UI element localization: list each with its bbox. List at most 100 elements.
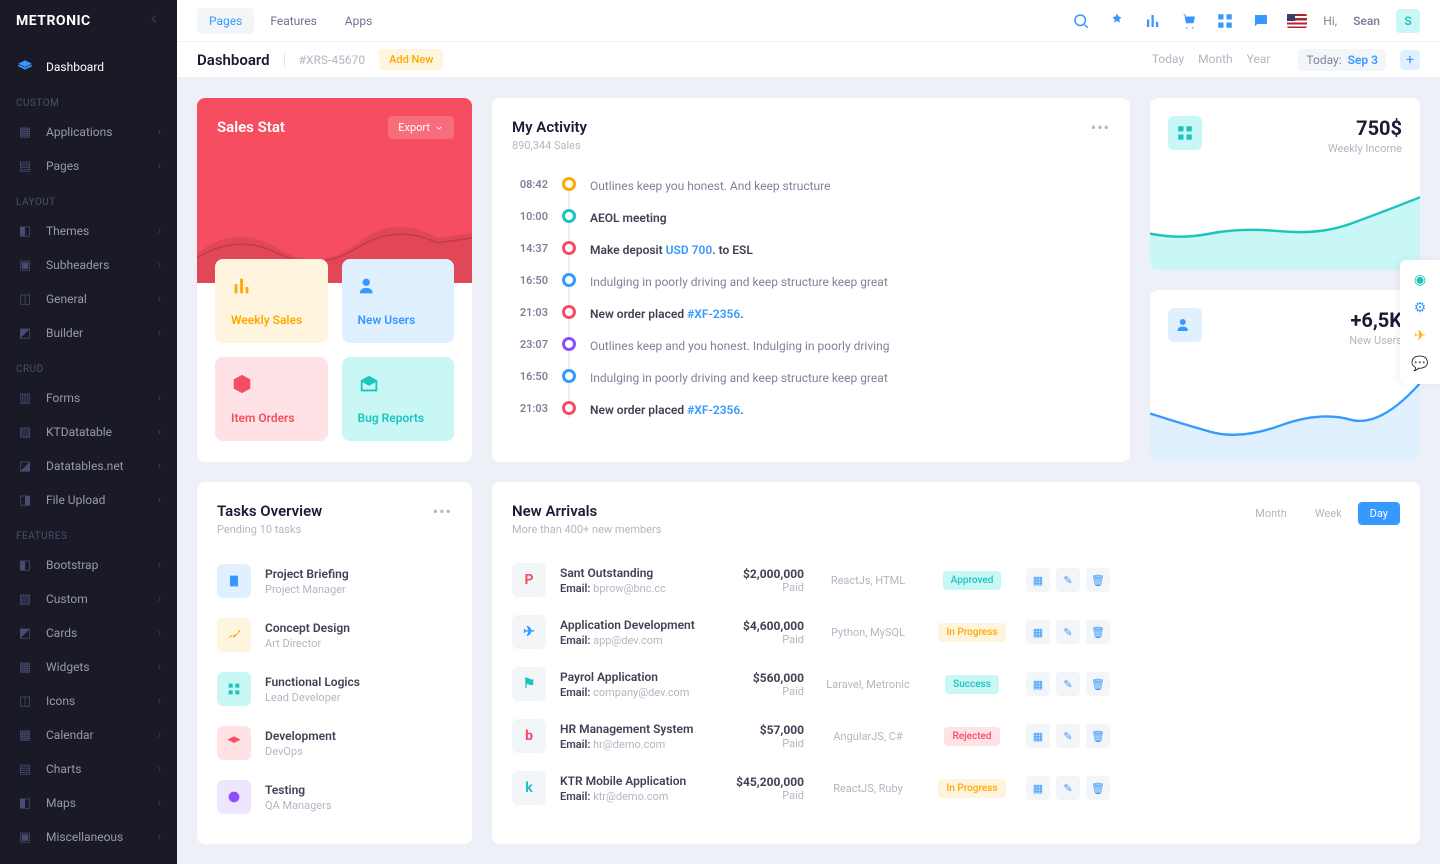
tile-icon (231, 275, 253, 297)
delete-icon[interactable]: 🗑 (1086, 724, 1110, 748)
nav-dashboard[interactable]: Dashboard (0, 50, 177, 84)
nav-item-subheaders[interactable]: ▣Subheaders› (0, 248, 177, 282)
nav-icon: ▦ (16, 123, 34, 141)
settings-icon[interactable]: ▦ (1026, 724, 1050, 748)
search-icon[interactable] (1071, 11, 1091, 31)
timeline-text: Indulging in poorly driving and keep str… (590, 369, 1110, 387)
arrival-row: PSant OutstandingEmail: bprow@bnc.cc$2,0… (512, 554, 1400, 606)
task-icon (217, 672, 251, 706)
task-item[interactable]: DevelopmentDevOps (217, 716, 452, 770)
settings-icon[interactable]: ▦ (1026, 776, 1050, 800)
compiling-icon[interactable] (1107, 11, 1127, 31)
nav-item-themes[interactable]: ◧Themes› (0, 214, 177, 248)
task-item[interactable]: TestingQA Managers (217, 770, 452, 824)
task-item[interactable]: Project BriefingProject Manager (217, 554, 452, 608)
more-icon[interactable]: ••• (1091, 118, 1110, 137)
arrival-paid: Paid (714, 685, 804, 698)
nav-item-ktdatatable[interactable]: ▨KTDatatable› (0, 415, 177, 449)
chevron-right-icon: › (158, 328, 161, 339)
delete-icon[interactable]: 🗑 (1086, 620, 1110, 644)
timeline-text: Indulging in poorly driving and keep str… (590, 273, 1110, 291)
sales-tile-new-users[interactable]: New Users (342, 259, 455, 343)
nav-item-forms[interactable]: ▥Forms› (0, 381, 177, 415)
nav-item-applications[interactable]: ▦Applications› (0, 115, 177, 149)
timeline-item: 23:07Outlines keep and you honest. Indul… (512, 330, 1110, 362)
delete-icon[interactable]: 🗑 (1086, 568, 1110, 592)
nav-item-charts[interactable]: ▤Charts› (0, 752, 177, 786)
brand-text: METRONIC (16, 13, 91, 29)
status-badge: Success (945, 675, 999, 694)
builder-icon[interactable]: ⚙ (1406, 294, 1434, 322)
timeline-item: 08:42Outlines keep you honest. And keep … (512, 170, 1110, 202)
nav-item-custom[interactable]: ▧Custom› (0, 582, 177, 616)
arrival-email: Email: bprow@bnc.cc (560, 582, 700, 595)
edit-icon[interactable]: ✎ (1056, 620, 1080, 644)
nav-item-maps[interactable]: ◧Maps› (0, 786, 177, 820)
edit-icon[interactable]: ✎ (1056, 724, 1080, 748)
topbar-tab-apps[interactable]: Apps (333, 8, 385, 34)
sales-tile-weekly-sales[interactable]: Weekly Sales (215, 259, 328, 343)
arrivals-tab-week[interactable]: Week (1303, 502, 1354, 525)
add-new-button[interactable]: Add New (379, 49, 443, 70)
sidebar-collapse-icon[interactable] (147, 12, 161, 30)
delete-icon[interactable]: 🗑 (1086, 776, 1110, 800)
chat-icon[interactable]: 💬 (1406, 350, 1434, 378)
chat-icon[interactable] (1251, 11, 1271, 31)
nav-item-fileupload[interactable]: ◨File Upload› (0, 483, 177, 517)
nav-item-general[interactable]: ◫General› (0, 282, 177, 316)
nav-item-miscellaneous[interactable]: ▣Miscellaneous› (0, 820, 177, 854)
flag-us-icon[interactable] (1287, 14, 1307, 28)
settings-icon[interactable]: ▦ (1026, 620, 1050, 644)
demo-icon[interactable]: ◉ (1406, 266, 1434, 294)
task-role: QA Managers (265, 799, 452, 812)
task-item[interactable]: Functional LogicsLead Developer (217, 662, 452, 716)
filter-year[interactable]: Year (1247, 52, 1271, 66)
filter-month[interactable]: Month (1198, 52, 1232, 66)
timeline-item: 21:03New order placed #XF-2356. (512, 394, 1110, 426)
grid-icon[interactable] (1215, 11, 1235, 31)
equalizer-icon[interactable] (1143, 11, 1163, 31)
nav-item-pages[interactable]: ▤Pages› (0, 149, 177, 183)
filter-today[interactable]: Today (1152, 52, 1184, 66)
chevron-right-icon: › (158, 393, 161, 404)
cart-icon[interactable] (1179, 11, 1199, 31)
topbar-tab-features[interactable]: Features (258, 8, 328, 34)
edit-icon[interactable]: ✎ (1056, 568, 1080, 592)
nav-item-datatablesnet[interactable]: ◪Datatables.net› (0, 449, 177, 483)
arrivals-tab-day[interactable]: Day (1358, 502, 1400, 525)
chevron-right-icon: › (158, 260, 161, 271)
nav-item-cards[interactable]: ◩Cards› (0, 616, 177, 650)
nav-item-calendar[interactable]: ▦Calendar› (0, 718, 177, 752)
sidebar: METRONIC Dashboard CUSTOM▦Applications›▤… (0, 0, 177, 864)
nav-item-widgets[interactable]: ▦Widgets› (0, 650, 177, 684)
arrival-tech: ReactJS, Ruby (818, 782, 918, 795)
docs-icon[interactable]: ✈ (1406, 322, 1434, 350)
delete-icon[interactable]: 🗑 (1086, 672, 1110, 696)
sales-tile-item-orders[interactable]: Item Orders (215, 357, 328, 441)
my-activity-card: My Activity 890,344 Sales ••• 08:42Outli… (492, 98, 1130, 462)
add-icon[interactable]: + (1400, 50, 1420, 70)
status-badge: In Progress (938, 779, 1005, 798)
edit-icon[interactable]: ✎ (1056, 672, 1080, 696)
settings-icon[interactable]: ▦ (1026, 568, 1050, 592)
export-button[interactable]: Export (388, 116, 454, 139)
settings-icon[interactable]: ▦ (1026, 672, 1050, 696)
timeline-time: 14:37 (512, 241, 548, 255)
timeline-item: 21:03New order placed #XF-2356. (512, 298, 1110, 330)
nav-item-icons[interactable]: ◫Icons› (0, 684, 177, 718)
stat-label: Weekly Income (1328, 142, 1402, 155)
arrivals-tab-month[interactable]: Month (1243, 502, 1299, 525)
sales-tile-bug-reports[interactable]: Bug Reports (342, 357, 455, 441)
today-filter[interactable]: Today: Sep 3 (1298, 49, 1386, 71)
user-avatar[interactable]: S (1396, 9, 1420, 33)
more-icon[interactable]: ••• (433, 502, 452, 521)
mini-stat-card: 750$Weekly Income (1150, 98, 1420, 270)
task-item[interactable]: Concept DesignArt Director (217, 608, 452, 662)
topbar: PagesFeaturesApps Hi, Sean S (177, 0, 1440, 42)
topbar-tab-pages[interactable]: Pages (197, 8, 254, 34)
edit-icon[interactable]: ✎ (1056, 776, 1080, 800)
nav-item-bootstrap[interactable]: ◧Bootstrap› (0, 548, 177, 582)
brand-bar: METRONIC (0, 0, 177, 42)
nav-item-builder[interactable]: ◩Builder› (0, 316, 177, 350)
sidebar-nav: Dashboard CUSTOM▦Applications›▤Pages›LAY… (0, 42, 177, 864)
